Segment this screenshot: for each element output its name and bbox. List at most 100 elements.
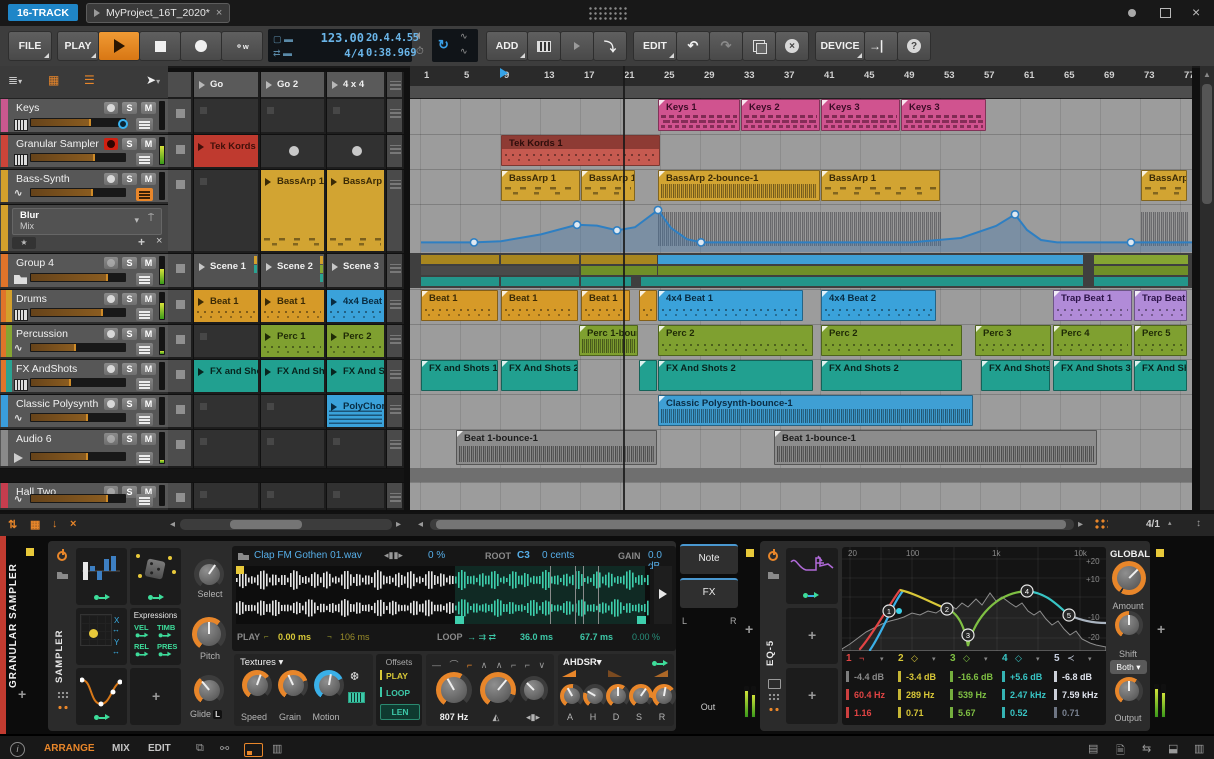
arranger-clip-trap-beat-2[interactable]: Trap Beat 2 (1134, 290, 1187, 321)
clip-queue-cell[interactable] (387, 430, 404, 468)
clip-slot-fx-and-sho[interactable]: FX And Sho (327, 360, 386, 394)
mute-button[interactable]: M (141, 173, 156, 185)
volume-fader[interactable] (30, 153, 126, 162)
hold-knob[interactable] (583, 684, 607, 708)
mute-button[interactable]: M (141, 257, 156, 269)
automation-dot[interactable] (118, 119, 128, 129)
track-list-menu-icon[interactable]: ≣▾ (8, 73, 22, 87)
clip-queue-icon[interactable] (390, 370, 401, 379)
volume-fader[interactable] (30, 273, 126, 282)
record-arm-button[interactable] (104, 173, 118, 185)
project-tab[interactable]: MyProject_16T_2020* × (86, 3, 231, 23)
footer-tab-mix[interactable]: MIX (112, 743, 130, 754)
mod-slot-steps[interactable] (76, 548, 127, 605)
expr-timb-label[interactable]: TIMB (157, 623, 175, 632)
mute-button[interactable]: M (141, 328, 156, 340)
automation-node[interactable] (653, 205, 663, 215)
band-freq-value[interactable]: 60.4 Hz (854, 690, 885, 700)
track-menu-button[interactable] (136, 308, 153, 321)
play-button[interactable] (98, 31, 140, 61)
volume-fader[interactable] (30, 413, 126, 422)
band-gain-value[interactable]: -6.8 dB (1062, 672, 1092, 682)
volume-fader[interactable] (30, 188, 126, 197)
clip-play-icon[interactable] (198, 298, 204, 306)
band-bell-icon[interactable]: ◇ (1015, 653, 1022, 664)
launcher-scroll-thumb[interactable] (230, 520, 302, 529)
clip-stop-cell[interactable] (168, 430, 193, 468)
grid-caret-icon[interactable]: ▴ (1168, 519, 1172, 527)
clip-slot-bassarp-1[interactable]: BassArp 1 (261, 170, 326, 253)
glide-knob[interactable] (194, 675, 224, 705)
mute-button[interactable]: M (141, 138, 156, 150)
arranger-clip-keys-3[interactable]: Keys 3 (901, 99, 986, 131)
arranger-clip-perc-2[interactable]: Perc 2 (658, 325, 813, 356)
arranger-clip-fx-and-shots-1[interactable]: FX and Shots 1 (421, 360, 498, 391)
track-row-group-4[interactable]: Group 4 SM (0, 254, 168, 289)
scene-play-icon[interactable] (332, 81, 338, 89)
mod-slot-empty[interactable]: + (130, 668, 181, 725)
stop-button[interactable] (139, 31, 181, 61)
clip-play-icon[interactable] (265, 333, 271, 341)
tempo-display[interactable]: 123.00 (308, 31, 364, 46)
freeze-icon[interactable]: ❆ (350, 670, 359, 683)
keytrack-icon[interactable]: ◂▮▮▸ (384, 550, 403, 561)
add-device-left-button[interactable]: + (18, 686, 26, 702)
restore-button[interactable] (1160, 8, 1171, 18)
empty-clip-slot[interactable] (194, 99, 260, 134)
file-menu-button[interactable]: FILE (8, 31, 52, 61)
scene-header-1[interactable]: Go (194, 72, 260, 99)
mute-button[interactable]: M (141, 433, 156, 445)
arranger-clip-bassarp-1[interactable]: BassArp 1 (581, 170, 635, 201)
lane-height-icon[interactable]: ↕ (1196, 518, 1201, 529)
clip-stop-icon[interactable] (176, 264, 185, 273)
redo-button[interactable]: ↷ (709, 31, 743, 61)
loop-end-handle[interactable] (637, 616, 646, 624)
solo-button[interactable]: S (122, 328, 137, 340)
track-row-audio-6[interactable]: Audio 6 SM (0, 430, 168, 468)
eq-mod-slot-empty-2[interactable]: + (786, 668, 838, 724)
automation-node[interactable] (1126, 238, 1136, 247)
arranger-clip-perc-4[interactable]: Perc 4 (1053, 325, 1132, 356)
volume-fader[interactable] (30, 118, 126, 127)
band-caret-icon[interactable]: ▾ (984, 655, 988, 663)
offset-len[interactable]: LEN (380, 704, 420, 720)
empty-clip-slot[interactable] (194, 430, 260, 468)
group-scene-slot[interactable]: Scene 1 (194, 254, 260, 289)
download-panel-icon[interactable]: ⬓ (1168, 742, 1178, 755)
empty-clip-slot[interactable] (261, 395, 326, 429)
scene-header-3[interactable]: 4 x 4 (327, 72, 386, 99)
solo-button[interactable]: S (122, 293, 137, 305)
cursor-tool-icon[interactable]: ➤▾ (146, 73, 160, 87)
favorite-button[interactable]: ★ (12, 237, 36, 249)
select-knob[interactable] (194, 559, 224, 589)
preview-play-icon[interactable] (659, 589, 667, 599)
project-panel-icon[interactable]: 🗎 (1116, 742, 1125, 759)
clip-slot-perc-1[interactable]: Perc 1 (261, 325, 326, 359)
mod-slot-expressions[interactable]: Expressions VEL TIMB REL PRES (130, 608, 181, 665)
keytrack-mini-icon[interactable] (348, 692, 365, 703)
offset-play[interactable]: PLAY (386, 671, 408, 681)
expr-pres-label[interactable]: PRES (157, 642, 177, 651)
footer-tab-edit[interactable]: EDIT (148, 743, 171, 754)
track-row-keys[interactable]: Keys S M (0, 99, 168, 134)
band-q-value[interactable]: 1.16 (854, 708, 872, 718)
eq-band-handle-2[interactable]: 2 (940, 602, 954, 616)
offset-loop[interactable]: LOOP (386, 688, 410, 698)
solo-button[interactable]: S (122, 363, 137, 375)
clip-stop-icon[interactable] (176, 109, 185, 118)
track-menu-button[interactable] (136, 494, 153, 507)
launcher-scroll-left-icon[interactable]: ◂ (170, 519, 175, 530)
time-display[interactable]: 0:38.969 (366, 46, 417, 61)
display-profile-icon[interactable] (244, 743, 263, 757)
clip-queue-icon[interactable] (390, 109, 401, 118)
scroll-up-icon[interactable]: ▲ (1203, 70, 1211, 79)
eq-band-handle-3[interactable]: 3 (961, 628, 975, 642)
band-freq-value[interactable]: 2.47 kHz (1010, 690, 1046, 700)
arranger-clip-trap-beat-1[interactable]: Trap Beat 1 (1053, 290, 1132, 321)
arranger-clip-perc-2[interactable]: Perc 2 (821, 325, 962, 356)
loop-mode-icons[interactable]: → ⇉ ⇄ (467, 632, 496, 643)
device-preset-icon[interactable] (768, 571, 779, 579)
sample-filename[interactable]: Clap FM Gothen 01.wav (254, 550, 362, 561)
solo-button[interactable]: S (122, 433, 137, 445)
timeline-ruler[interactable]: 1 5 9 13 17 21 25 29 33 37 41 45 49 53 57 61 65 69 73 77 (410, 66, 1192, 86)
